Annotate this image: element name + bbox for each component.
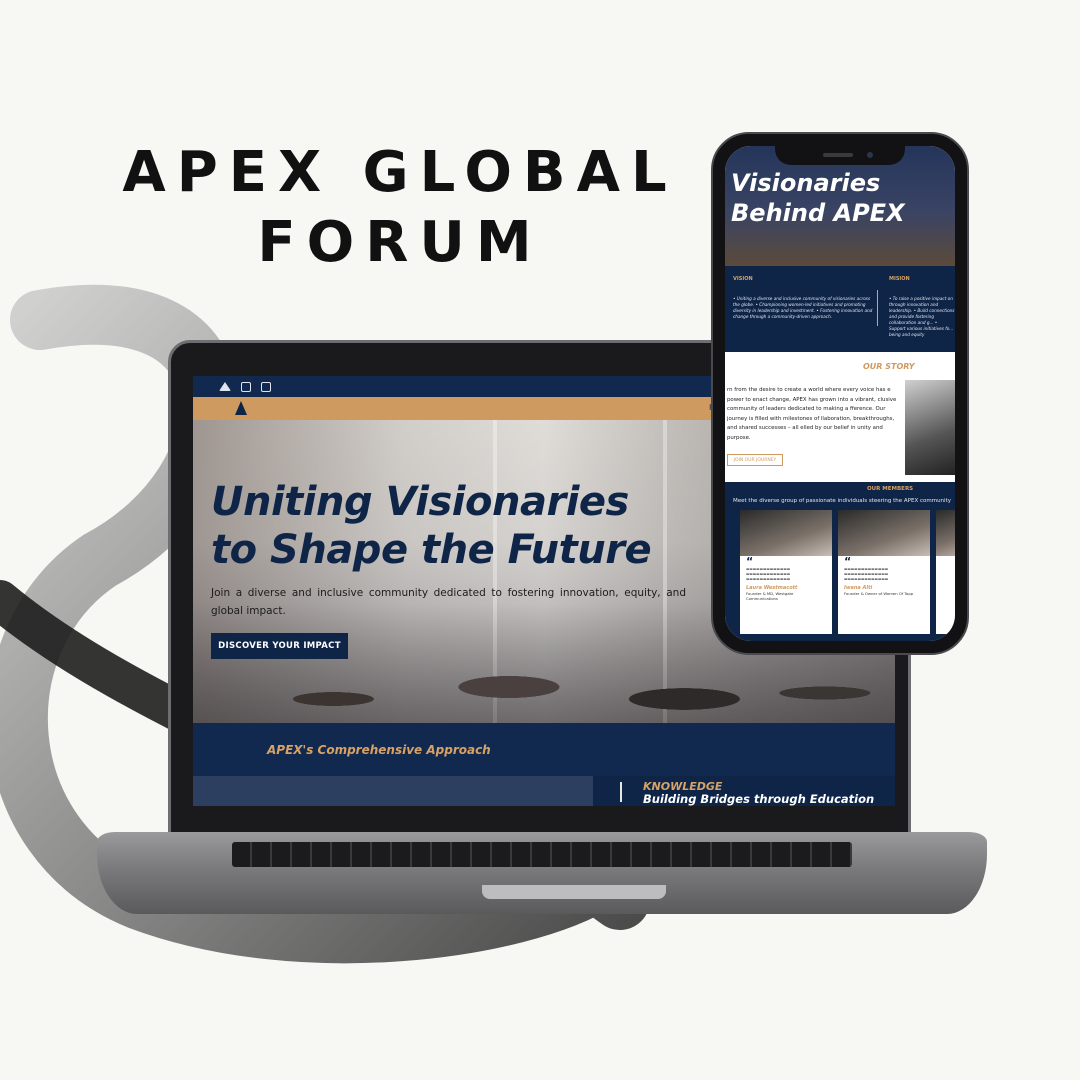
hero-subtitle: Join a diverse and inclusive community d…: [211, 587, 686, 617]
knowledge-image: [193, 776, 593, 806]
hero-title: Uniting Visionaries to Shape the Future: [211, 478, 711, 574]
page-headline: APEX GLOBAL FORUM: [120, 138, 680, 278]
member-card[interactable]: “ ▬▬▬▬▬▬▬▬▬▬▬▬▬ ▬▬▬▬▬▬▬▬▬▬▬▬▬ ▬▬▬▬▬▬▬▬▬▬▬▬…: [740, 510, 832, 634]
apex-logo-icon[interactable]: [235, 401, 247, 415]
phone-hero-title: Visionaries Behind APEX: [731, 168, 951, 228]
laptop-keyboard: [232, 842, 852, 867]
knowledge-section: KNOWLEDGE Building Bridges through Educa…: [193, 776, 895, 806]
vision-mission-section: VISION MISION • Uniting a diverse and in…: [725, 266, 955, 352]
phone-screen: Visionaries Behind APEX VISION MISION • …: [725, 146, 955, 641]
our-story-section: OUR STORY rn from the desire to create a…: [725, 352, 955, 482]
join-journey-button[interactable]: JOIN OUR JOURNEY: [727, 454, 783, 466]
linkedin-icon[interactable]: [261, 381, 271, 392]
story-heading: OUR STORY: [863, 362, 915, 371]
member-quote: ▬▬▬▬▬▬▬▬▬▬▬▬▬ ▬▬▬▬▬▬▬▬▬▬▬▬▬ ▬▬▬▬▬▬▬▬▬▬▬▬▬: [844, 567, 889, 581]
headline-line-1: APEX GLOBAL: [122, 140, 678, 205]
vision-text: • Uniting a diverse and inclusive commun…: [733, 296, 873, 319]
phone-speaker: [823, 153, 853, 157]
quote-icon: “: [844, 555, 852, 568]
phone-hero-title-line-1: Visionaries: [731, 169, 881, 197]
quote-icon: “: [746, 555, 754, 568]
mission-text: • To raise a positive impact on through …: [889, 296, 955, 337]
hero-title-line-2: to Shape the Future: [211, 527, 652, 573]
vision-heading: VISION: [733, 276, 753, 282]
story-photo: [905, 380, 955, 475]
member-name: Laura Westmacott: [746, 585, 798, 591]
member-card[interactable]: “ ▬▬▬▬▬▬▬▬▬▬▬▬▬ ▬▬▬▬▬▬▬▬▬▬▬▬▬ ▬▬▬▬▬▬▬▬▬▬▬▬…: [838, 510, 930, 634]
member-card[interactable]: [936, 510, 955, 634]
member-role: Founder & Owner of Women Of Topp: [844, 591, 914, 596]
member-photo: [936, 510, 955, 556]
mission-heading: MISION: [889, 276, 910, 282]
member-photo: [838, 510, 930, 556]
headline-line-2: FORUM: [257, 210, 543, 275]
members-subtitle: Meet the diverse group of passionate ind…: [733, 498, 951, 504]
hero-title-line-1: Uniting Visionaries: [211, 479, 629, 525]
phone-hero-title-line-2: Behind APEX: [731, 199, 905, 227]
twitter-icon[interactable]: [219, 382, 231, 391]
knowledge-tagline: Building Bridges through Education: [643, 792, 875, 806]
member-role: Founder & MD, Westgate Communications: [746, 591, 794, 601]
instagram-icon[interactable]: [241, 381, 251, 392]
laptop-hinge-notch: [482, 885, 666, 899]
members-section: OUR MEMBERS Meet the diverse group of pa…: [725, 482, 955, 641]
member-quote: ▬▬▬▬▬▬▬▬▬▬▬▬▬ ▬▬▬▬▬▬▬▬▬▬▬▬▬ ▬▬▬▬▬▬▬▬▬▬▬▬▬: [746, 567, 791, 581]
story-text: rn from the desire to create a world whe…: [727, 387, 897, 441]
discover-impact-button[interactable]: DISCOVER YOUR IMPACT: [211, 633, 348, 659]
timeline-pin-icon: [620, 782, 622, 802]
member-photo: [740, 510, 832, 556]
phone-camera-icon: [867, 152, 873, 158]
member-name: Iwana Alti: [844, 585, 873, 591]
approach-title: APEX's Comprehensive Approach: [267, 743, 491, 757]
members-heading: OUR MEMBERS: [867, 486, 914, 492]
vision-mission-divider: [877, 290, 878, 326]
